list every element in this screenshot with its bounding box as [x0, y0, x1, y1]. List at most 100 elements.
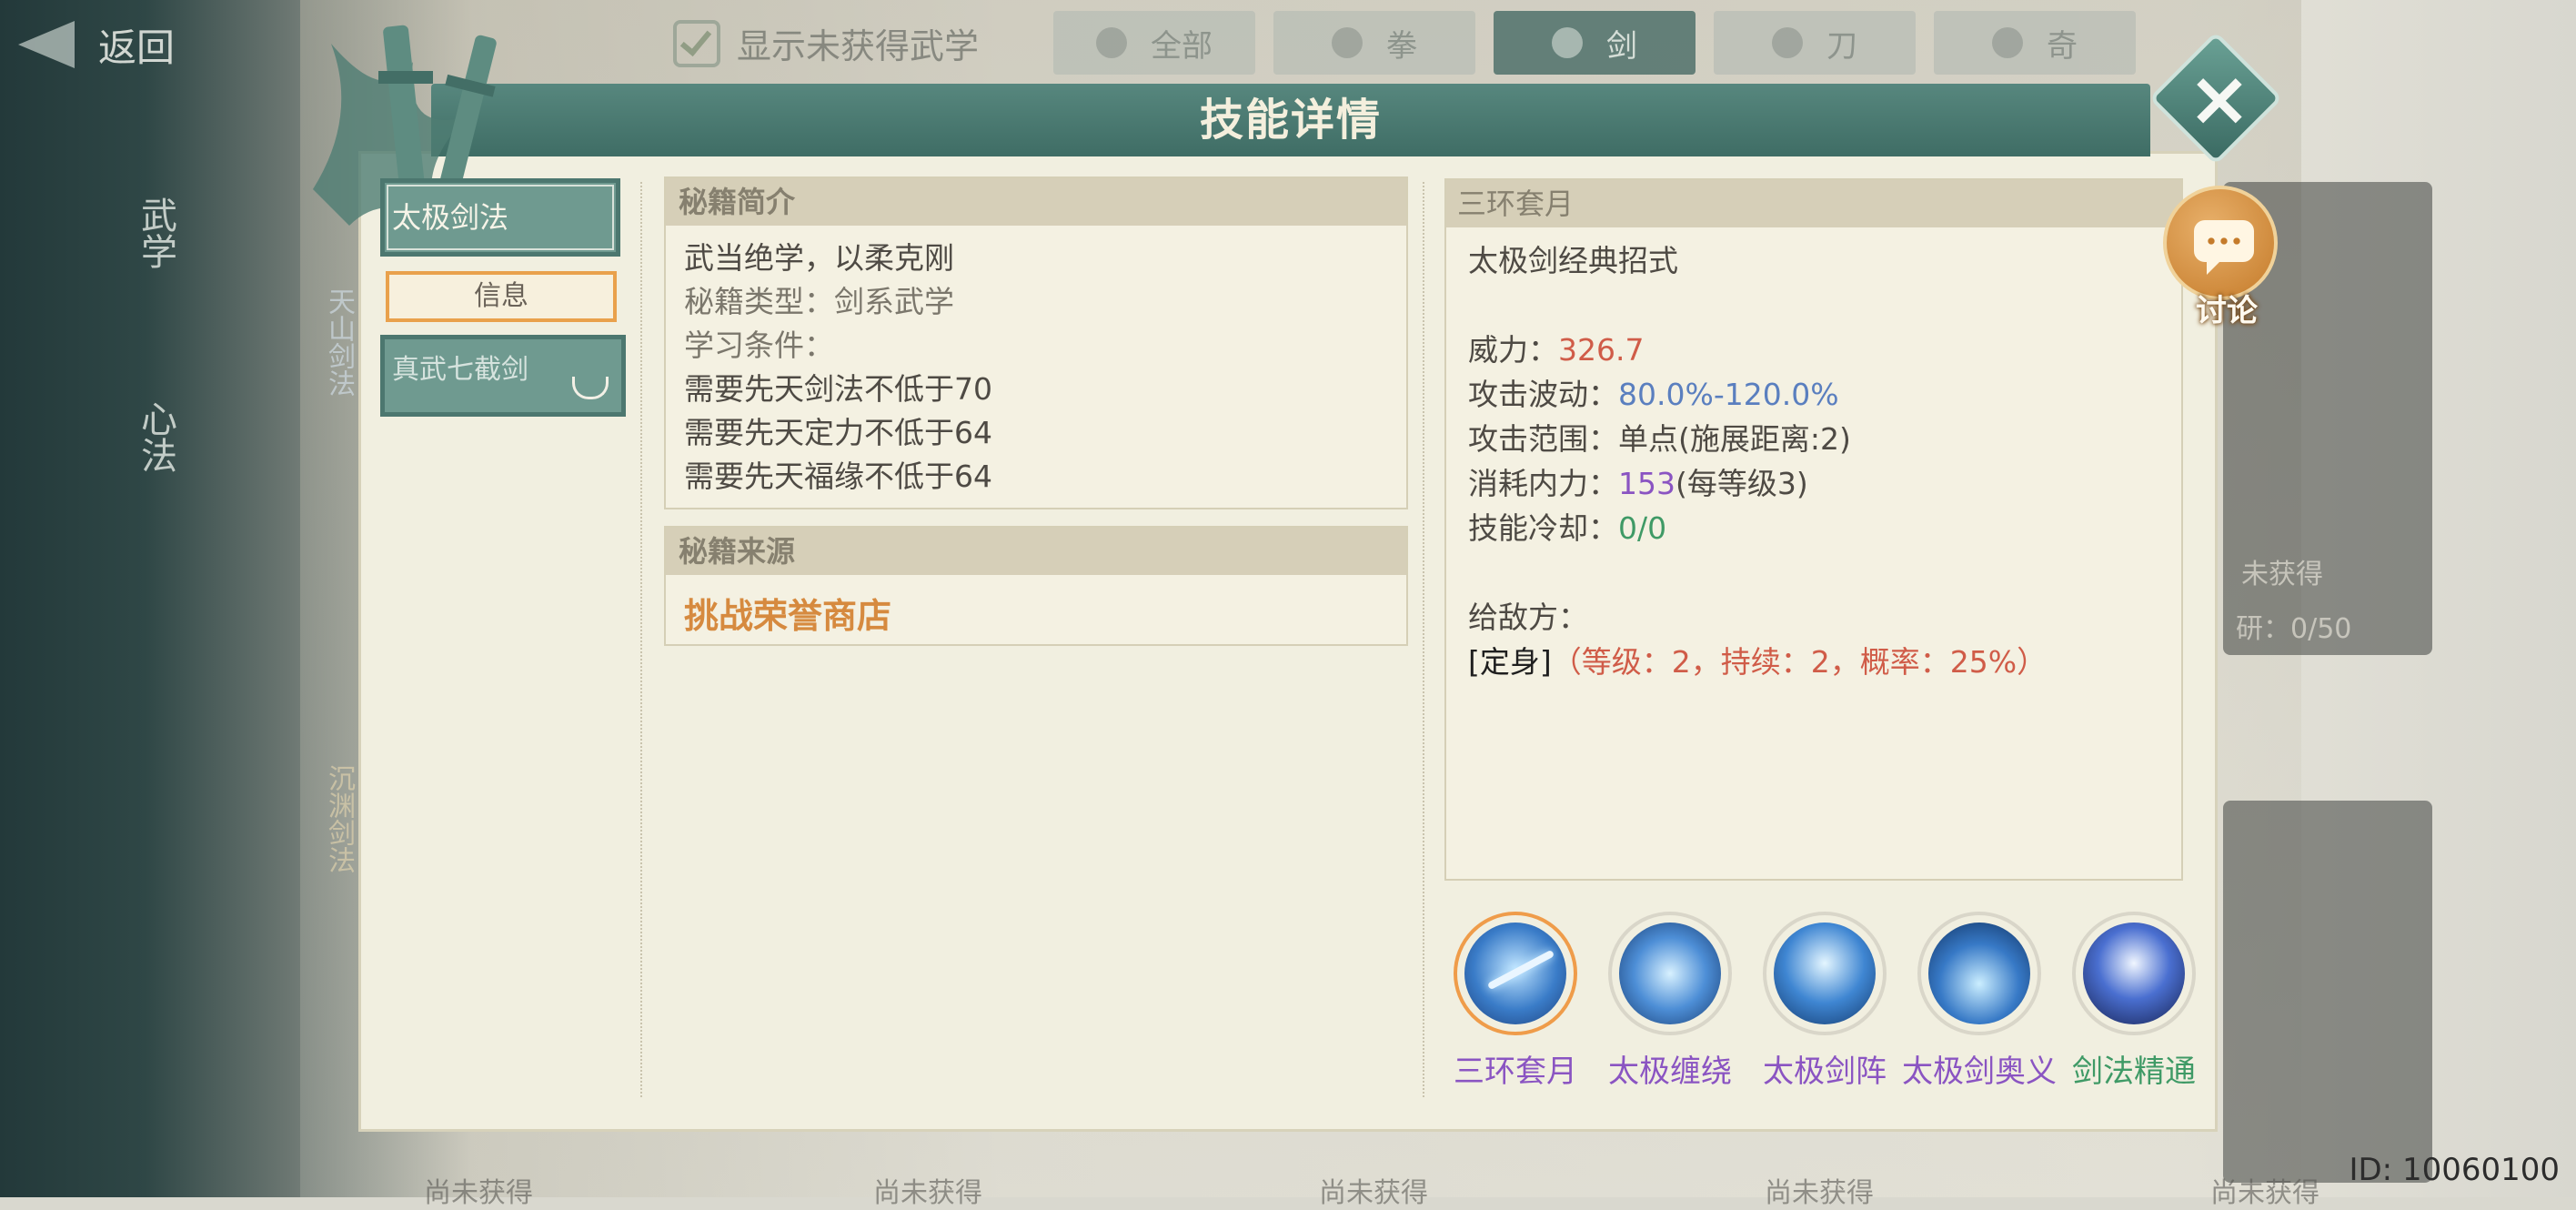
book-type: 秘籍类型：剑系武学	[684, 284, 954, 319]
tab-blade-label: 刀	[1826, 27, 1857, 65]
side-tab-mental[interactable]: 心法	[118, 400, 182, 473]
chat-bubble-icon[interactable]	[2163, 186, 2278, 300]
skill-move[interactable]: 太极缠绕	[1597, 912, 1743, 1091]
range-row: 攻击范围：单点(施展距离:2)	[1468, 417, 2181, 461]
sword-master-icon[interactable]	[2072, 912, 2196, 1035]
tab-fist[interactable]: 拳	[1273, 11, 1475, 75]
skill-move[interactable]: 剑法精通	[2061, 912, 2207, 1091]
fist-icon	[1332, 27, 1363, 58]
bg-bottom-label: 尚未获得	[1319, 1177, 1428, 1209]
blade-icon	[1772, 27, 1803, 58]
skill-detail-header: 三环套月	[1446, 180, 2181, 227]
skill-move-name: 太极缠绕	[1608, 1054, 1732, 1090]
skill-move-name: 三环套月	[1454, 1054, 1577, 1090]
skill-book-list: 太极剑法 信息 真武七截剑	[380, 178, 626, 417]
mp-row: 消耗内力：153(每等级3)	[1468, 461, 2181, 506]
book-tab-second-label: 真武七截剑	[392, 354, 528, 386]
power-row: 威力：326.7	[1468, 328, 2181, 372]
book-tab-selected[interactable]: 太极剑法	[380, 178, 620, 257]
book-tab-second[interactable]: 真武七截剑	[380, 335, 626, 417]
show-unobtained-filter[interactable]: 显示未获得武学	[673, 18, 979, 68]
side-tab-martial[interactable]: 武学	[118, 197, 182, 269]
tab-sword[interactable]: 剑	[1494, 11, 1696, 75]
source-link[interactable]: 挑战荣誉商店	[666, 575, 1406, 638]
bg-card-progress: 研：0/50	[2236, 613, 2352, 645]
sword-slash-icon[interactable]	[1454, 912, 1577, 1035]
weapon-type-tabs: 全部 拳 剑 刀 奇	[1053, 11, 2136, 75]
sword-icon	[1552, 27, 1583, 58]
bg-bottom-label: 尚未获得	[424, 1177, 533, 1209]
cooldown-label: 技能冷却：	[1468, 510, 1618, 546]
tab-blade[interactable]: 刀	[1714, 11, 1916, 75]
bg-bottom-label: 尚未获得	[873, 1177, 982, 1209]
tab-all-label: 全部	[1151, 27, 1213, 65]
checkbox-icon[interactable]	[673, 19, 720, 67]
mp-label: 消耗内力：	[1468, 466, 1618, 501]
book-description: 武当绝学，以柔克刚	[684, 240, 954, 276]
wave-value: 80.0%-120.0%	[1618, 377, 1839, 412]
expand-icon[interactable]	[572, 377, 609, 399]
divider	[640, 182, 642, 1097]
book-source-header: 秘籍来源	[666, 528, 1406, 575]
bag-icon	[1096, 27, 1127, 58]
divider	[1423, 182, 1424, 1097]
skill-move-list: 三环套月 太极缠绕 太极剑阵 太极剑奥义 剑法精通	[1443, 912, 2207, 1091]
sword-mystery-icon[interactable]	[1917, 912, 2041, 1035]
skill-move[interactable]: 太极剑奥义	[1902, 912, 2057, 1091]
tab-special[interactable]: 奇	[1934, 11, 2136, 75]
discuss-label: 讨论	[2196, 293, 2258, 329]
effect-name: [定身]	[1468, 644, 1552, 680]
skill-description: 太极剑经典招式	[1468, 243, 1678, 278]
filter-label: 显示未获得武学	[737, 26, 980, 66]
range-label: 攻击范围：	[1468, 421, 1618, 457]
tab-special-label: 奇	[2047, 27, 2078, 65]
sword-array-icon[interactable]	[1763, 912, 1887, 1035]
close-icon[interactable]: ×	[2172, 53, 2267, 147]
book-intro-panel: 秘籍简介 武当绝学，以柔克刚 秘籍类型：剑系武学 学习条件： 需要先天剑法不低于…	[664, 176, 1408, 509]
wave-row: 攻击波动：80.0%-120.0%	[1468, 372, 2181, 417]
back-button[interactable]: 返回	[18, 13, 255, 76]
skill-move-name: 剑法精通	[2072, 1054, 2196, 1090]
skill-move[interactable]: 三环套月	[1443, 912, 1588, 1091]
info-tab[interactable]: 信息	[386, 271, 617, 322]
power-label: 威力：	[1468, 332, 1558, 368]
bg-card-name: 沉渊剑法	[323, 764, 355, 873]
cooldown-value: 0/0	[1618, 510, 1667, 546]
enemy-label: 给敌方：	[1468, 600, 1588, 635]
cooldown-row: 技能冷却：0/0	[1468, 506, 2181, 550]
mp-value: 153	[1618, 466, 1675, 501]
effect-detail: （等级：2，持续：2，概率：25%）	[1551, 644, 2048, 680]
learn-req: 需要先天剑法不低于70	[684, 371, 992, 407]
bg-bottom-label: 尚未获得	[2210, 1177, 2319, 1209]
dialog-title: 技能详情	[1199, 95, 1382, 146]
wave-label: 攻击波动：	[1468, 377, 1618, 412]
learn-req-label: 学习条件：	[684, 328, 834, 363]
learn-req: 需要先天定力不低于64	[684, 415, 992, 450]
effect-row: [定身]（等级：2，持续：2，概率：25%）	[1468, 640, 2181, 684]
bg-bottom-label: 尚未获得	[1765, 1177, 1874, 1209]
bg-card-status: 未获得	[2241, 559, 2323, 590]
tab-fist-label: 拳	[1386, 27, 1417, 65]
back-label: 返回	[98, 25, 176, 70]
learn-req: 需要先天福缘不低于64	[684, 459, 992, 494]
back-arrow-icon	[18, 21, 75, 68]
power-value: 326.7	[1558, 332, 1645, 368]
skill-move-name: 太极剑阵	[1763, 1054, 1887, 1090]
book-intro-header: 秘籍简介	[666, 178, 1406, 226]
skill-move-name: 太极剑奥义	[1902, 1054, 2057, 1090]
tab-sword-label: 剑	[1606, 27, 1637, 65]
skill-move[interactable]: 太极剑阵	[1752, 912, 1897, 1091]
special-weapon-icon	[1992, 27, 2023, 58]
bg-skill-card[interactable]	[2223, 801, 2432, 1183]
discuss-button[interactable]: 讨论	[2163, 186, 2290, 331]
range-value: 单点(施展距离:2)	[1618, 421, 1851, 457]
skill-detail-dialog: 技能详情 × 太极剑法 信息 真武七截剑 秘籍简介 武当绝学，以柔克刚 秘籍类型…	[313, 25, 2283, 1132]
tab-all[interactable]: 全部	[1053, 11, 1255, 75]
skill-detail-panel: 三环套月 太极剑经典招式 威力：326.7 攻击波动：80.0%-120.0% …	[1444, 178, 2183, 881]
player-id: ID: 10060100	[2349, 1152, 2560, 1188]
mp-suffix: (每等级3)	[1675, 466, 1808, 501]
sword-spin-icon[interactable]	[1608, 912, 1732, 1035]
dialog-header: 技能详情	[431, 84, 2150, 156]
bg-card-name: 天山剑法	[323, 287, 355, 397]
book-source-panel: 秘籍来源 挑战荣誉商店	[664, 526, 1408, 646]
